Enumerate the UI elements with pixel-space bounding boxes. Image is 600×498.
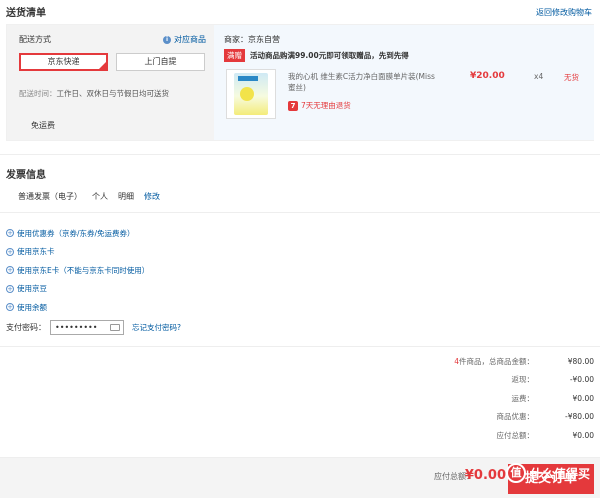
shipping-amount: ¥0.00 [572,393,594,403]
product-image[interactable] [226,69,276,119]
back-to-cart-link[interactable]: 返回修改购物车 [536,7,592,18]
watermark-text: 什么值得买 [529,466,590,481]
delivery-method-panel: 配送方式 i 对应商品 京东快递 上门自提 配送时间：工作日、双休日与节假日均可… [7,25,214,140]
payment-password-label: 支付密码： [6,323,46,332]
section-divider [0,212,600,213]
delivery-method-label: 配送方式 [19,35,51,44]
promo-text: 活动商品购满99.00元即可领取赠品，先到先得 [250,51,409,60]
use-jd-card-option[interactable]: + 使用京东卡 [6,243,149,262]
payment-password-input[interactable]: ••••••••• [50,320,124,335]
info-icon: i [163,35,171,44]
invoice-type: 普通发票（电子） [18,192,82,201]
item-count-text: 件商品，总商品金额： [459,356,534,366]
product-price: ¥20.00 [470,71,505,81]
plus-icon: + [6,247,14,256]
match-products-label: 对应商品 [174,35,206,44]
total-goods-amount: ¥80.00 [567,356,594,366]
stock-status: 无货 [564,73,579,82]
seven-day-return-icon: 7 [288,100,298,111]
return-policy-text: 7天无理由退货 [301,101,351,110]
free-shipping-text: 免运费 [31,121,55,130]
watermark: 值 什么值得买 [505,463,590,483]
total-due-value: ¥0.00 [464,468,506,483]
self-pickup-option[interactable]: 上门自提 [116,53,205,71]
ship-time-value: 工作日、双休日与节假日均可送货 [56,89,170,98]
ship-time-label: 配送时间： [19,89,57,98]
balance-label: 使用余额 [17,302,47,312]
payment-password-value: ••••••••• [55,323,98,332]
use-jd-beans-option[interactable]: + 使用京豆 [6,280,149,299]
invoice-detail: 明细 [118,192,134,201]
payment-password-row: 支付密码： ••••••••• 忘记支付密码? [6,320,181,335]
rebate-label: 返现： [511,375,535,385]
plus-icon: + [6,303,14,312]
rebate-amount: -¥0.00 [569,375,594,385]
summary-goods-label: 4件商品，总商品金额： [454,356,534,367]
plus-icon: + [6,229,14,238]
use-coupon-option[interactable]: + 使用优惠券（京券/东券/免运费券） [6,224,149,243]
plus-icon: + [6,266,14,275]
discount-label: 商品优惠： [496,412,535,422]
section-divider [0,346,600,347]
product-name[interactable]: 我的心机 维生素C活力净白面膜单片装(Miss蜜丝) [288,71,438,93]
summary-rebate-row: 返现： -¥0.00 [394,371,595,390]
match-products-link[interactable]: i 对应商品 [163,34,206,45]
summary-goods-row: 4件商品，总商品金额： ¥80.00 [394,352,594,371]
summary-due-row: 应付总额： ¥0.00 [394,426,595,445]
merchant-panel: 商家：京东自营 满赠 活动商品购满99.00元即可领取赠品，先到先得 我的心机 … [214,25,594,140]
use-balance-option[interactable]: + 使用余额 [6,298,149,317]
summary-discount-row: 商品优惠： -¥80.00 [394,408,595,427]
promo-tag: 满赠 [224,49,245,62]
invoice-edit-link[interactable]: 修改 [144,191,160,202]
delivery-list-title: 送货清单 [6,8,46,19]
shipping-label: 运费： [511,393,535,403]
order-summary: 4件商品，总商品金额： ¥80.00 返现： -¥0.00 运费： ¥0.00 … [394,352,594,445]
discount-amount: -¥80.00 [565,412,594,422]
invoice-row: 普通发票（电子） 个人 明细 修改 [18,191,160,202]
summary-shipping-row: 运费： ¥0.00 [394,389,595,408]
invoice-title: 发票信息 [6,170,46,181]
promo-row: 满赠 活动商品购满99.00元即可领取赠品，先到先得 [224,49,409,62]
merchant-label: 商家：京东自营 [224,35,280,44]
coupon-label: 使用优惠券（京券/东券/免运费券） [17,228,135,238]
forgot-password-link[interactable]: 忘记支付密码? [132,322,181,333]
delivery-box: 配送方式 i 对应商品 京东快递 上门自提 配送时间：工作日、双休日与节假日均可… [6,24,594,141]
coupon-list: + 使用优惠券（京券/东券/免运费券） + 使用京东卡 + 使用京东E卡（不能与… [6,224,149,317]
mask-package-image [234,73,268,115]
section-divider [0,154,600,155]
use-jd-ecard-option[interactable]: + 使用京东E卡（不能与京东卡同时使用） [6,261,149,280]
jd-express-option[interactable]: 京东快递 [19,53,108,71]
due-amount: ¥0.00 [572,430,594,440]
product-quantity: x4 [534,72,544,81]
jd-beans-label: 使用京豆 [17,284,47,294]
plus-icon: + [6,284,14,293]
watermark-logo-icon: 值 [505,463,526,483]
return-policy: 7 7天无理由退货 [288,100,351,111]
jd-card-label: 使用京东卡 [17,247,55,257]
page-header: 送货清单 返回修改购物车 [6,4,594,20]
invoice-person: 个人 [92,192,108,201]
jd-ecard-label: 使用京东E卡（不能与京东卡同时使用） [17,265,150,275]
keyboard-icon[interactable] [110,324,120,331]
due-label: 应付总额： [496,430,535,440]
ship-time: 配送时间：工作日、双休日与节假日均可送货 [19,88,169,99]
